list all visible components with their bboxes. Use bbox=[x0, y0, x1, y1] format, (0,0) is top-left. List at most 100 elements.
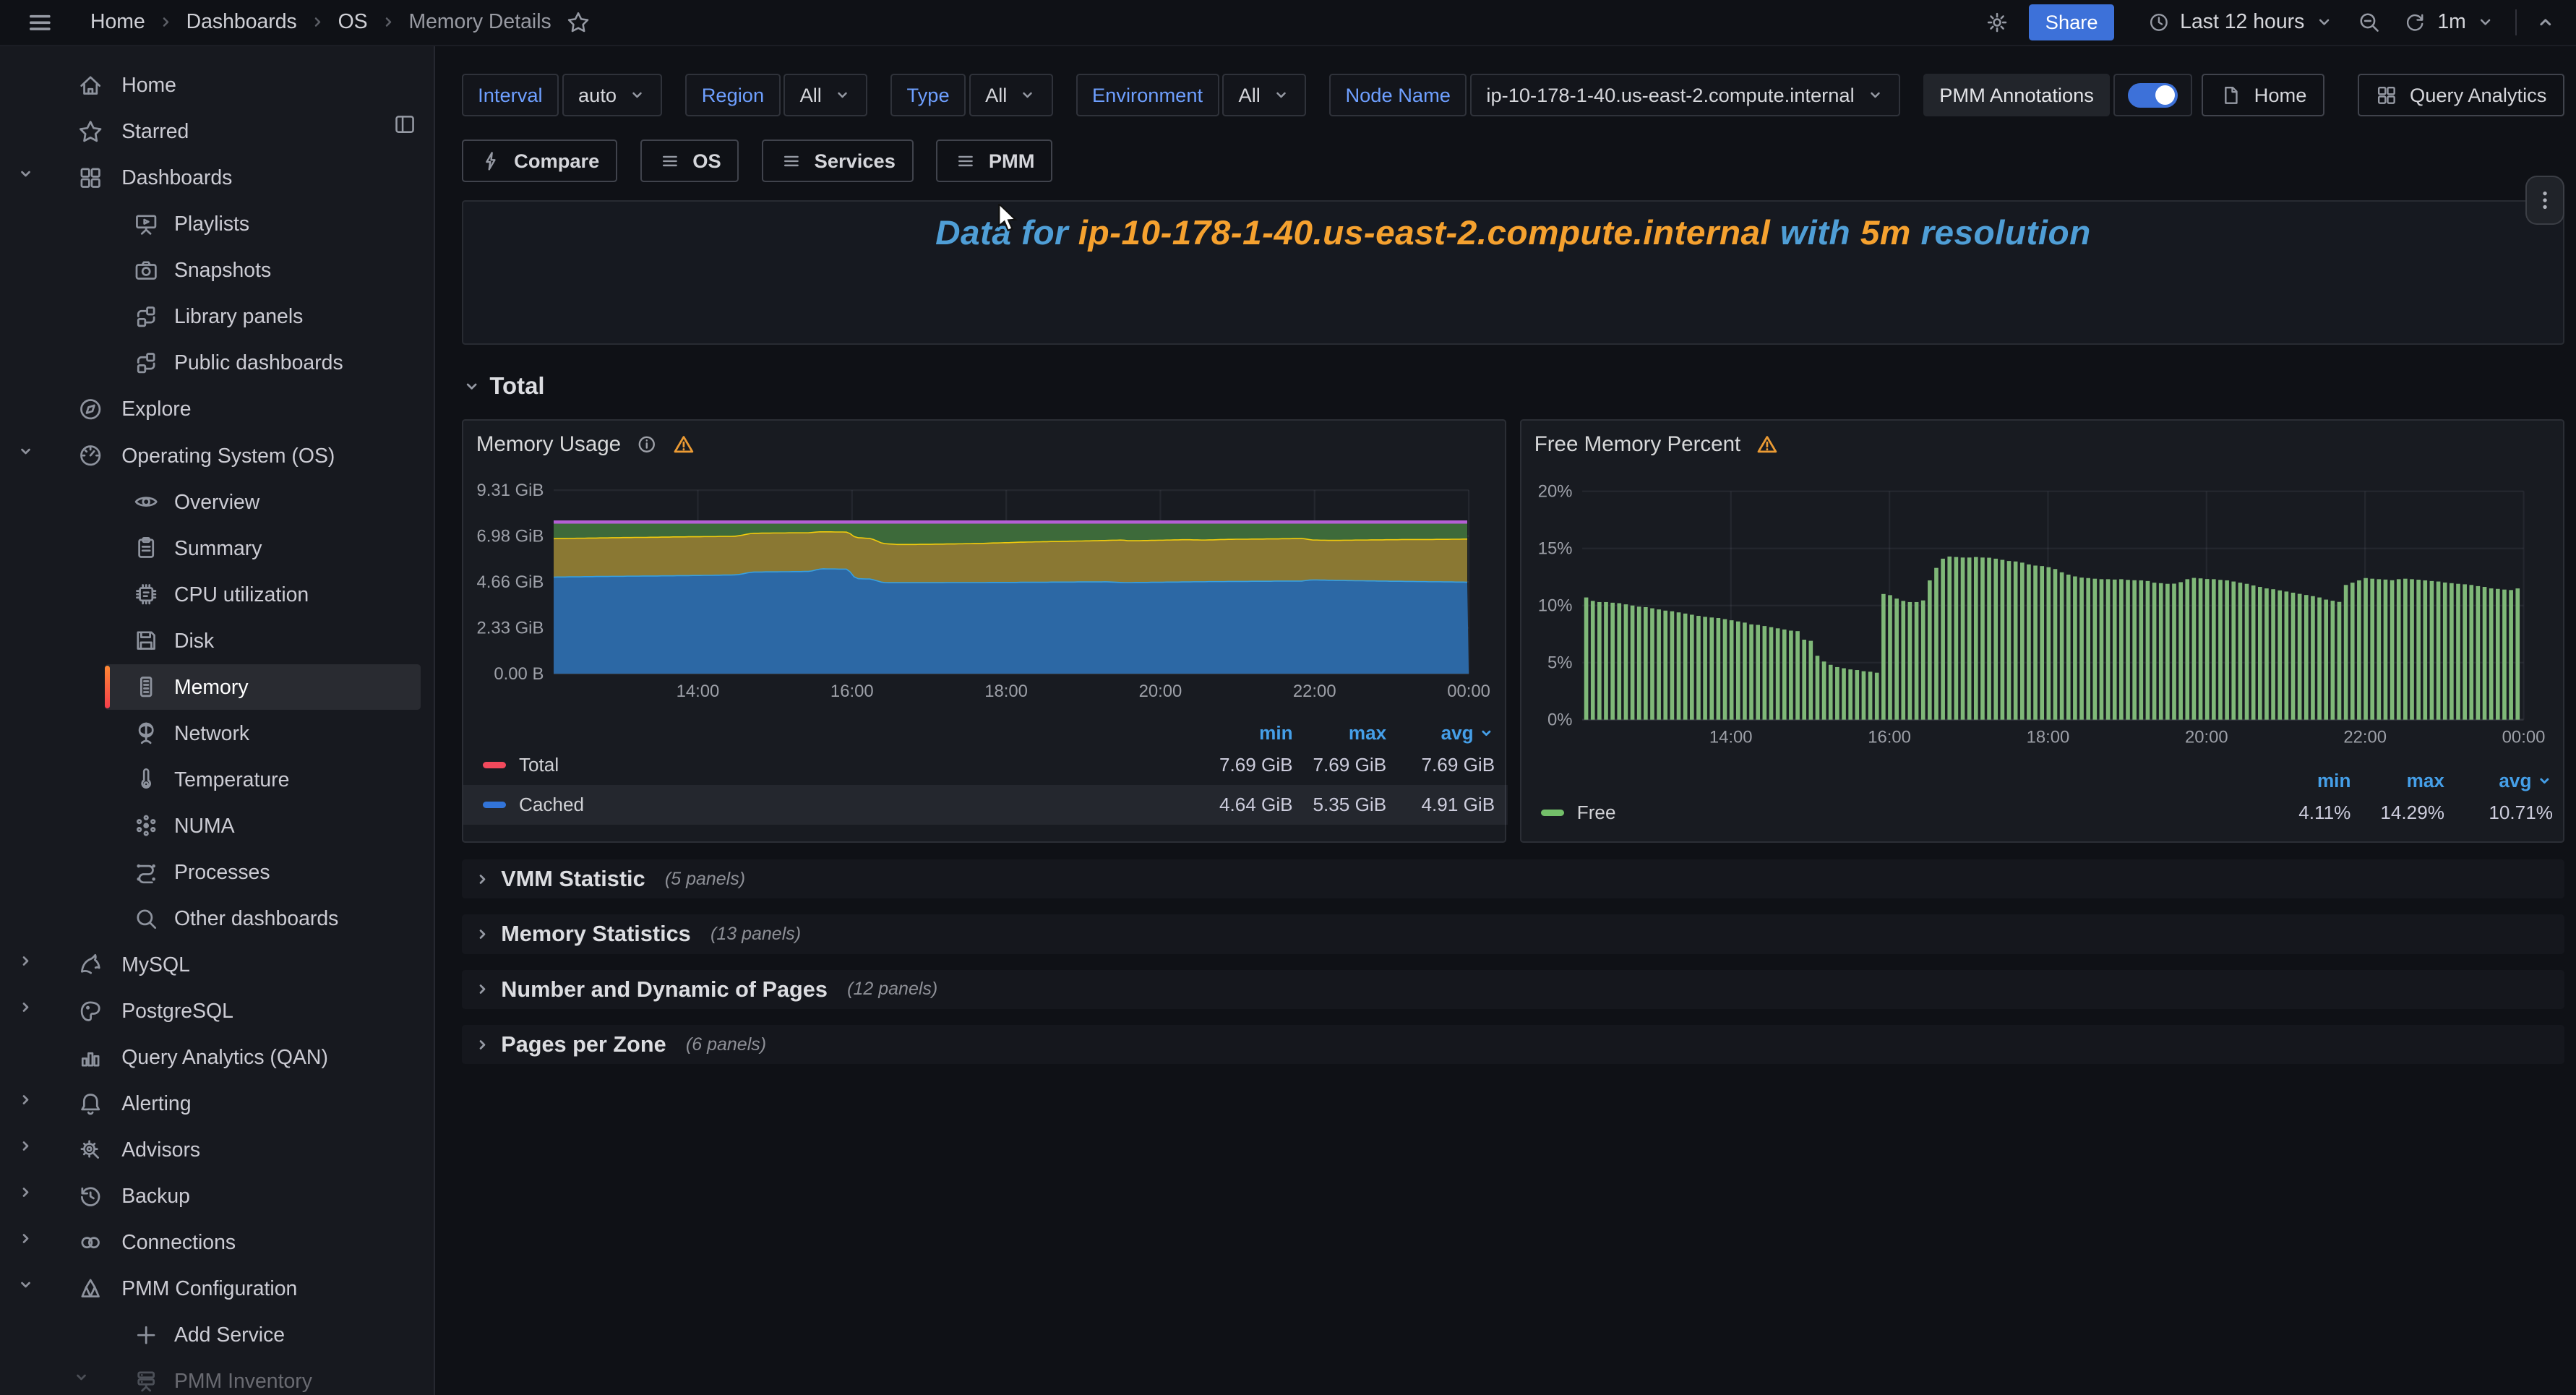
sidebar-item-postgresql[interactable]: PostgreSQL bbox=[0, 988, 434, 1034]
legend-sort-min[interactable]: min bbox=[1199, 722, 1293, 744]
menu-icon[interactable] bbox=[26, 9, 54, 37]
section-header-vmm-statistic[interactable]: VMM Statistic(5 panels) bbox=[462, 859, 2564, 899]
sidebar-item-snapshots[interactable]: Snapshots bbox=[0, 247, 434, 293]
refresh-icon[interactable] bbox=[2403, 11, 2426, 34]
panel-menu-button[interactable] bbox=[2525, 176, 2565, 225]
sidebar-item-other-dashboards[interactable]: Other dashboards bbox=[0, 896, 434, 942]
chevron-right-icon[interactable] bbox=[17, 952, 35, 970]
legend-sort-avg[interactable]: avg bbox=[2444, 770, 2553, 792]
pmm-annotations-group: PMM Annotations bbox=[1923, 74, 2192, 116]
breadcrumb-item[interactable]: Dashboards bbox=[186, 10, 297, 34]
sidebar-item-home[interactable]: Home bbox=[0, 62, 434, 108]
legend-series-label[interactable]: Total bbox=[519, 754, 1199, 776]
legend-series-label[interactable]: Cached bbox=[519, 794, 1199, 816]
breadcrumb-item[interactable]: OS bbox=[338, 10, 368, 34]
legend-sort-min[interactable]: min bbox=[2257, 770, 2351, 792]
share-button[interactable]: Share bbox=[2029, 4, 2114, 40]
sidebar-item-alerting[interactable]: Alerting bbox=[0, 1081, 434, 1127]
variable-value: All bbox=[1239, 84, 1261, 107]
sidebar-item-pmm-inventory[interactable]: PMM Inventory bbox=[0, 1358, 434, 1395]
legend-series-label[interactable]: Free bbox=[1577, 802, 2257, 824]
section-title: VMM Statistic bbox=[501, 866, 645, 892]
sidebar-item-query-analytics-qan[interactable]: Query Analytics (QAN) bbox=[0, 1034, 434, 1081]
sidebar-item-starred[interactable]: Starred bbox=[0, 108, 434, 155]
variable-value-dropdown[interactable]: All bbox=[783, 74, 867, 116]
sidebar-item-pmm-configuration[interactable]: PMM Configuration bbox=[0, 1266, 434, 1312]
sidebar-item-processes[interactable]: Processes bbox=[0, 849, 434, 896]
banner-panel: Data for ip-10-178-1-40.us-east-2.comput… bbox=[462, 200, 2564, 345]
warning-icon[interactable] bbox=[672, 433, 695, 456]
sidebar-item-operating-system-os[interactable]: Operating System (OS) bbox=[0, 433, 434, 479]
link-button-services[interactable]: Services bbox=[762, 140, 913, 182]
sidebar-item-disk[interactable]: Disk bbox=[0, 618, 434, 664]
sidebar-item-playlists[interactable]: Playlists bbox=[0, 201, 434, 247]
sidebar-item-label: PMM Configuration bbox=[121, 1277, 297, 1301]
star-icon[interactable] bbox=[566, 10, 591, 35]
chevron-right-icon[interactable] bbox=[17, 1091, 35, 1109]
sidebar-item-temperature[interactable]: Temperature bbox=[0, 757, 434, 803]
pmm-annotations-toggle[interactable] bbox=[2113, 74, 2192, 116]
variable-value-dropdown[interactable]: All bbox=[1222, 74, 1306, 116]
panel-title[interactable]: Memory Usage bbox=[476, 432, 621, 457]
refresh-interval-picker[interactable]: 1m bbox=[2437, 10, 2495, 34]
chevron-down-icon[interactable] bbox=[72, 1368, 90, 1386]
link-button-compare[interactable]: Compare bbox=[462, 140, 617, 182]
chevron-right-icon[interactable] bbox=[17, 1183, 35, 1201]
time-range-picker[interactable]: Last 12 hours bbox=[2147, 10, 2334, 34]
link-button-os[interactable]: OS bbox=[640, 140, 739, 182]
legend-sort-max[interactable]: max bbox=[2350, 770, 2444, 792]
zoom-out-icon[interactable] bbox=[2357, 10, 2382, 35]
chevron-down-icon[interactable] bbox=[17, 442, 35, 460]
sidebar-item-numa[interactable]: NUMA bbox=[0, 803, 434, 849]
sidebar-item-add-service[interactable]: Add Service bbox=[0, 1312, 434, 1358]
warning-icon[interactable] bbox=[1756, 433, 1779, 456]
section-total-header[interactable]: Total bbox=[462, 368, 545, 404]
section-header-memory-statistics[interactable]: Memory Statistics(13 panels) bbox=[462, 914, 2564, 954]
sidebar-item-public-dashboards[interactable]: Public dashboards bbox=[0, 340, 434, 387]
grid-icon bbox=[2375, 84, 2398, 107]
chevron-right-icon[interactable] bbox=[17, 1229, 35, 1248]
chevron-down-icon bbox=[628, 86, 646, 104]
legend-sort-max[interactable]: max bbox=[1293, 722, 1387, 744]
chevron-up-icon[interactable] bbox=[2535, 12, 2556, 33]
section-header-pages-per-zone[interactable]: Pages per Zone(6 panels) bbox=[462, 1025, 2564, 1065]
chevron-down-icon[interactable] bbox=[17, 165, 35, 183]
link-button-pmm[interactable]: PMM bbox=[936, 140, 1052, 182]
chevron-right-icon[interactable] bbox=[17, 1137, 35, 1155]
list3-icon bbox=[658, 150, 682, 173]
legend-sort-avg[interactable]: avg bbox=[1386, 722, 1495, 744]
link-button-label: Compare bbox=[514, 150, 599, 173]
legend-min-value: 7.69 GiB bbox=[1199, 754, 1293, 776]
section-panel-count: (6 panels) bbox=[686, 1034, 766, 1055]
query-analytics-button[interactable]: Query Analytics bbox=[2358, 74, 2565, 116]
info-icon[interactable] bbox=[636, 434, 658, 455]
gear-icon[interactable] bbox=[1985, 10, 2009, 35]
sidebar-item-explore[interactable]: Explore bbox=[0, 387, 434, 433]
sidebar-item-label: CPU utilization bbox=[174, 583, 309, 607]
sidebar-item-connections[interactable]: Connections bbox=[0, 1219, 434, 1266]
sidebar-item-dashboards[interactable]: Dashboards bbox=[0, 155, 434, 201]
star-icon bbox=[77, 119, 103, 145]
sidebar-item-advisors[interactable]: Advisors bbox=[0, 1127, 434, 1173]
panel-title[interactable]: Free Memory Percent bbox=[1534, 432, 1741, 457]
numa-icon bbox=[133, 812, 159, 838]
variable-value-dropdown[interactable]: auto bbox=[562, 74, 663, 116]
variable-value-dropdown[interactable]: All bbox=[969, 74, 1053, 116]
sidebar-item-label: Network bbox=[174, 722, 249, 746]
home-dashboard-button[interactable]: Home bbox=[2202, 74, 2324, 116]
sidebar-item-library-panels[interactable]: Library panels bbox=[0, 294, 434, 340]
variable-value-dropdown[interactable]: ip-10-178-1-40.us-east-2.compute.interna… bbox=[1470, 74, 1900, 116]
section-header-number-and-dynamic-of-pages[interactable]: Number and Dynamic of Pages(12 panels) bbox=[462, 970, 2564, 1010]
sidebar-item-overview[interactable]: Overview bbox=[0, 479, 434, 525]
chevron-down-icon[interactable] bbox=[17, 1276, 35, 1294]
chevron-down-icon bbox=[2476, 12, 2495, 32]
breadcrumb-item[interactable]: Home bbox=[90, 10, 145, 34]
sidebar-item-mysql[interactable]: MySQL bbox=[0, 942, 434, 988]
sidebar-item-backup[interactable]: Backup bbox=[0, 1173, 434, 1219]
history-icon bbox=[77, 1183, 103, 1209]
sidebar-item-memory[interactable]: Memory bbox=[0, 664, 434, 711]
sidebar-item-network[interactable]: Network bbox=[0, 711, 434, 757]
sidebar-item-summary[interactable]: Summary bbox=[0, 525, 434, 572]
chevron-right-icon[interactable] bbox=[17, 998, 35, 1016]
sidebar-item-cpu-utilization[interactable]: CPU utilization bbox=[0, 572, 434, 618]
